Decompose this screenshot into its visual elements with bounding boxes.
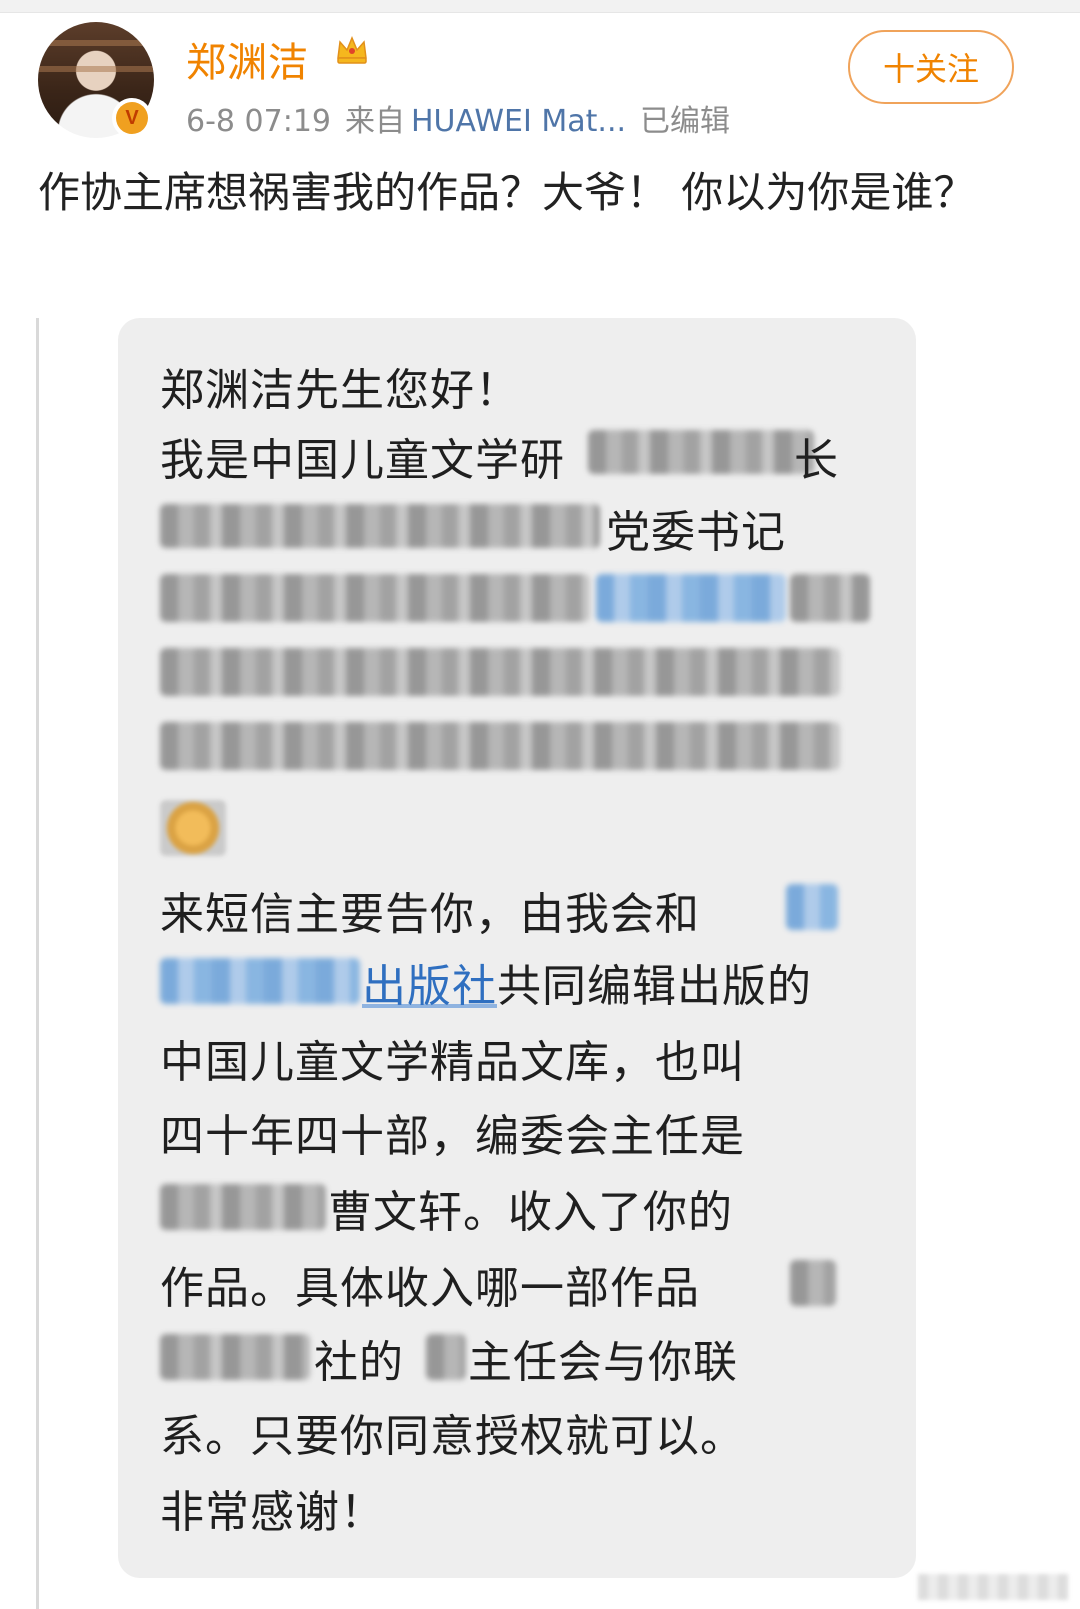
- redacted-link: [596, 574, 786, 622]
- watermark: [918, 1574, 1068, 1600]
- top-divider: [0, 0, 1080, 13]
- message-line: 社的: [314, 1337, 404, 1388]
- redacted-text: [160, 1334, 310, 1380]
- message-line: 郑渊洁先生您好！: [160, 365, 520, 416]
- message-line: 党委书记: [606, 507, 786, 558]
- message-line: 共同编辑出版的: [497, 961, 812, 1012]
- message-line: 中国儿童文学精品文库，也叫: [160, 1037, 745, 1088]
- message-line: 四十年四十部，编委会主任是: [160, 1111, 745, 1162]
- message-line: 非常感谢！: [160, 1487, 385, 1538]
- message-line: 作品。具体收入哪一部作品: [160, 1263, 700, 1314]
- message-line: 我是中国儿童文学研: [160, 435, 565, 486]
- redacted-text: [160, 574, 590, 622]
- redacted-link: [786, 884, 838, 930]
- follow-button[interactable]: 十关注: [848, 30, 1014, 104]
- post-device[interactable]: HUAWEI Mat...: [411, 104, 626, 139]
- post-time: 6-8 07:19: [186, 104, 331, 139]
- redacted-text: [790, 574, 870, 622]
- redacted-link: [160, 958, 360, 1004]
- message-line: 长: [794, 435, 839, 486]
- post-text: 作协主席想祸害我的作品？大爷！ 你以为你是谁？: [38, 168, 976, 217]
- redacted-text: [160, 722, 840, 770]
- message-bubble[interactable]: 郑渊洁先生您好！ 我是中国儿童文学研 长 党委书记 来短信主要告你，由我会和 出…: [118, 318, 916, 1578]
- message-line: 系。只要你同意授权就可以。: [160, 1411, 745, 1462]
- redacted-text: [160, 1184, 326, 1230]
- message-line: 曹文轩。收入了你的: [328, 1187, 733, 1238]
- verified-badge-label: V: [116, 102, 148, 134]
- message-line: 主任会与你联: [468, 1337, 738, 1388]
- redacted-text: [588, 430, 814, 474]
- username[interactable]: 郑渊洁: [186, 30, 309, 88]
- redacted-text: [790, 1260, 836, 1306]
- redacted-text: [160, 504, 600, 548]
- message-line: 来短信主要告你，由我会和: [160, 889, 700, 940]
- crown-icon: [337, 36, 367, 64]
- post-source-prefix: 来自: [345, 104, 405, 139]
- redacted-text: [160, 648, 840, 696]
- post-meta: 6-8 07:19 来自 HUAWEI Mat... 已编辑: [186, 96, 744, 140]
- redacted-emoji: [160, 800, 226, 856]
- quote-bar: [36, 318, 39, 1609]
- redacted-text: [426, 1334, 466, 1380]
- edited-label: 已编辑: [640, 104, 731, 139]
- publisher-link[interactable]: 出版社: [362, 961, 497, 1012]
- verified-v-badge: V: [112, 98, 152, 138]
